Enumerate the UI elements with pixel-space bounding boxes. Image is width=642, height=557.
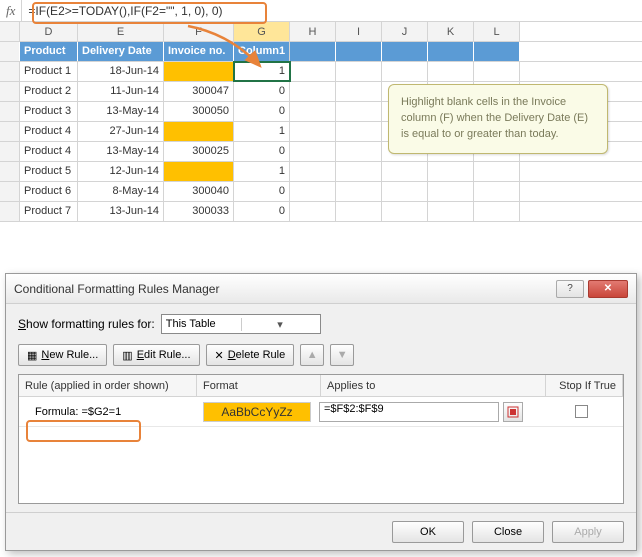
- cell-product[interactable]: Product 2: [20, 82, 78, 101]
- scope-value: This Table: [166, 318, 242, 330]
- table-header-row: Product Delivery Date Invoice no. Column…: [0, 42, 642, 62]
- scope-row: Show formatting rules for: This Table ▾: [18, 314, 624, 334]
- delete-rule-button[interactable]: ✕Delete Rule: [206, 344, 295, 366]
- applies-to-input[interactable]: =$F$2:$F$9: [319, 402, 499, 422]
- dialog-footer: OK Close Apply: [6, 512, 636, 550]
- new-rule-icon: ▦: [27, 349, 37, 362]
- table-row: Product 118-Jun-14 1: [0, 62, 642, 82]
- cell-col1[interactable]: 0: [234, 142, 290, 161]
- col-header-D[interactable]: D: [20, 22, 78, 41]
- ok-button[interactable]: OK: [392, 521, 464, 543]
- header-delivery[interactable]: Delivery Date: [78, 42, 164, 61]
- cell-col1[interactable]: 0: [234, 202, 290, 221]
- range-selector-button[interactable]: [503, 402, 523, 422]
- cell-product[interactable]: Product 4: [20, 142, 78, 161]
- delete-rule-icon: ✕: [215, 349, 224, 362]
- cell-date[interactable]: 13-Jun-14: [78, 202, 164, 221]
- header-product[interactable]: Product: [20, 42, 78, 61]
- cell-date[interactable]: 11-Jun-14: [78, 82, 164, 101]
- select-all-corner[interactable]: [0, 22, 20, 41]
- tip-callout: Highlight blank cells in the Invoice col…: [388, 84, 608, 154]
- cell-invoice[interactable]: [164, 162, 234, 181]
- cell-product[interactable]: Product 5: [20, 162, 78, 181]
- new-rule-button[interactable]: ▦New Rule...: [18, 344, 107, 366]
- cell-invoice[interactable]: 300040: [164, 182, 234, 201]
- cell-product[interactable]: Product 7: [20, 202, 78, 221]
- col-header-G[interactable]: G: [234, 22, 290, 41]
- cell-invoice[interactable]: [164, 122, 234, 141]
- edit-rule-icon: ▥: [122, 349, 132, 362]
- cell-col1[interactable]: 0: [234, 182, 290, 201]
- col-header-K[interactable]: K: [428, 22, 474, 41]
- cell-product[interactable]: Product 6: [20, 182, 78, 201]
- scope-combo[interactable]: This Table ▾: [161, 314, 321, 334]
- cell-product[interactable]: Product 4: [20, 122, 78, 141]
- close-dialog-button[interactable]: Close: [472, 521, 544, 543]
- cell-date[interactable]: 8-May-14: [78, 182, 164, 201]
- cell-date[interactable]: 13-May-14: [78, 102, 164, 121]
- cell-product[interactable]: Product 1: [20, 62, 78, 81]
- move-up-button[interactable]: ▲: [300, 344, 324, 366]
- header-invoice[interactable]: Invoice no.: [164, 42, 234, 61]
- cell-date[interactable]: 12-Jun-14: [78, 162, 164, 181]
- dialog-title: Conditional Formatting Rules Manager: [14, 282, 556, 296]
- cell-date[interactable]: 27-Jun-14: [78, 122, 164, 141]
- rule-row[interactable]: Formula: =$G2=1 AaBbCcYyZz =$F$2:$F$9: [19, 397, 623, 427]
- col-format: Format: [197, 375, 321, 396]
- col-stop: Stop If True: [546, 375, 623, 396]
- col-header-H[interactable]: H: [290, 22, 336, 41]
- close-button[interactable]: ✕: [588, 280, 628, 298]
- help-button[interactable]: ?: [556, 280, 584, 298]
- cell-invoice[interactable]: [164, 62, 234, 81]
- fx-label[interactable]: fx: [0, 0, 22, 21]
- table-row: Product 713-Jun-143000330: [0, 202, 642, 222]
- rules-list: Rule (applied in order shown) Format App…: [18, 374, 624, 504]
- stop-if-true-checkbox[interactable]: [575, 405, 588, 418]
- cell-col1[interactable]: 1: [234, 162, 290, 181]
- formula-input[interactable]: =IF(E2>=TODAY(),IF(F2="", 1, 0), 0): [22, 4, 642, 18]
- formula-bar: fx =IF(E2>=TODAY(),IF(F2="", 1, 0), 0): [0, 0, 642, 22]
- table-row: Product 68-May-143000400: [0, 182, 642, 202]
- cell-product[interactable]: Product 3: [20, 102, 78, 121]
- col-applies: Applies to: [321, 375, 546, 396]
- tip-text: Highlight blank cells in the Invoice col…: [401, 96, 588, 140]
- apply-button[interactable]: Apply: [552, 521, 624, 543]
- col-header-I[interactable]: I: [336, 22, 382, 41]
- cell-invoice[interactable]: 300025: [164, 142, 234, 161]
- cell-invoice[interactable]: 300050: [164, 102, 234, 121]
- cell-invoice[interactable]: 300033: [164, 202, 234, 221]
- rules-toolbar: ▦New Rule... ▥Edit Rule... ✕Delete Rule …: [18, 344, 624, 366]
- cell-invoice[interactable]: 300047: [164, 82, 234, 101]
- scope-label: Show formatting rules for:: [18, 317, 155, 331]
- col-header-F[interactable]: F: [164, 22, 234, 41]
- cf-rules-manager-dialog: Conditional Formatting Rules Manager ? ✕…: [5, 273, 637, 551]
- edit-rule-button[interactable]: ▥Edit Rule...: [113, 344, 199, 366]
- col-header-J[interactable]: J: [382, 22, 428, 41]
- cell-col1[interactable]: 0: [234, 102, 290, 121]
- chevron-down-icon: ▾: [241, 318, 318, 331]
- col-header-E[interactable]: E: [78, 22, 164, 41]
- table-row: Product 512-Jun-14 1: [0, 162, 642, 182]
- col-rule: Rule (applied in order shown): [19, 375, 197, 396]
- rules-list-header: Rule (applied in order shown) Format App…: [19, 375, 623, 397]
- col-header-L[interactable]: L: [474, 22, 520, 41]
- rule-text: Formula: =$G2=1: [23, 406, 195, 418]
- header-column1[interactable]: Column1: [234, 42, 290, 61]
- column-headers: D E F G H I J K L: [0, 22, 642, 42]
- cell-col1[interactable]: 1: [234, 62, 290, 81]
- cell-date[interactable]: 18-Jun-14: [78, 62, 164, 81]
- cell-col1[interactable]: 1: [234, 122, 290, 141]
- move-down-button[interactable]: ▼: [330, 344, 354, 366]
- cell-col1[interactable]: 0: [234, 82, 290, 101]
- cell-date[interactable]: 13-May-14: [78, 142, 164, 161]
- format-preview: AaBbCcYyZz: [203, 402, 311, 422]
- dialog-titlebar[interactable]: Conditional Formatting Rules Manager ? ✕: [6, 274, 636, 304]
